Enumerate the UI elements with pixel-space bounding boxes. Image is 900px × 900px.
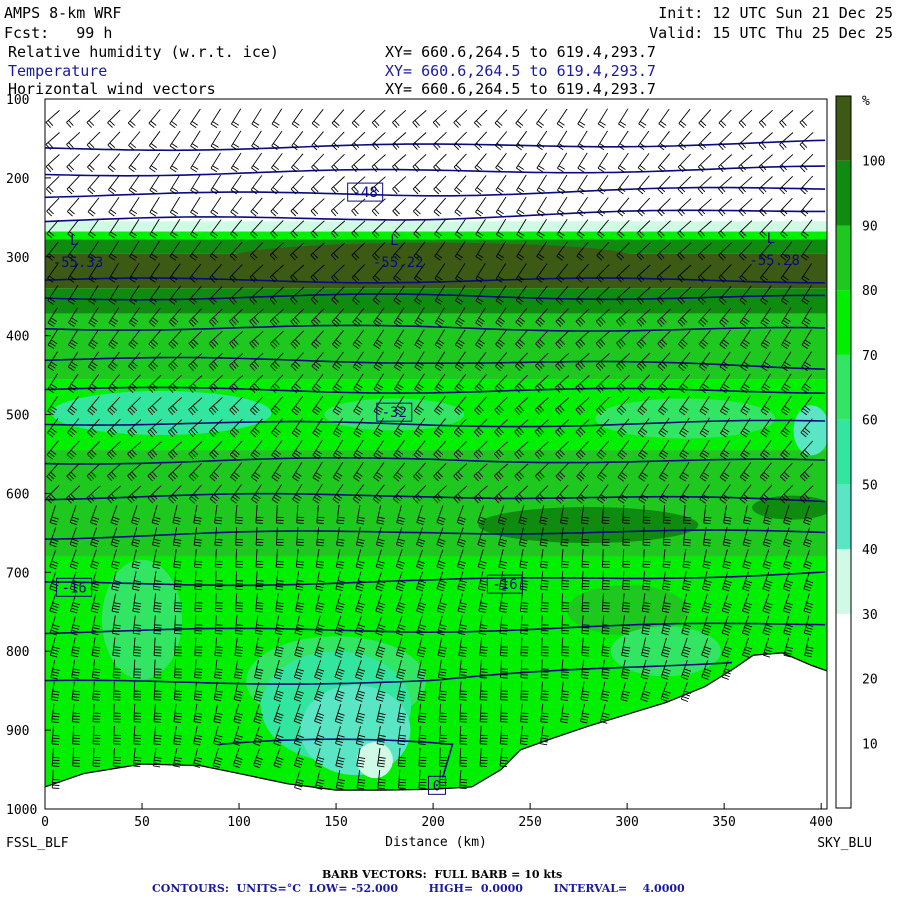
x-tick-label: 100	[227, 815, 250, 830]
colorbar-segment	[836, 354, 851, 420]
x-tick-label: 50	[134, 815, 150, 830]
colorbar-segment	[836, 225, 851, 291]
low-marker: L	[70, 233, 78, 249]
colorbar-tick-label: 60	[862, 414, 878, 429]
colorbar-tick-label: 90	[862, 219, 878, 234]
colorbar-tick-label: 100	[862, 155, 885, 170]
y-tick-label: 900	[6, 724, 29, 739]
y-tick-label: 400	[6, 330, 29, 345]
colorbar-segment	[836, 549, 851, 614]
low-marker: L	[767, 231, 775, 247]
rh-band	[45, 99, 827, 222]
colorbar-tick-label: 80	[862, 284, 878, 299]
barb-legend: BARB VECTORS: FULL BARB = 10 kts	[322, 868, 563, 881]
rh-patch	[356, 742, 393, 779]
x-axis-label: Distance (km)	[385, 835, 487, 850]
rh-band	[45, 450, 827, 557]
colorbar: 10 20 30 40 50 60 70 80 90 100%	[835, 94, 885, 809]
colorbar-segment	[836, 96, 851, 161]
low-value: -55.22	[373, 255, 424, 271]
x-tick-label: 250	[518, 815, 541, 830]
colorbar-tick-label: 40	[862, 543, 878, 558]
y-tick-label: 600	[6, 487, 29, 502]
contour-label: 0	[433, 778, 441, 794]
colorbar-unit: %	[862, 94, 870, 109]
contour-label: -16	[492, 577, 517, 593]
contour-label: -32	[382, 405, 407, 421]
colorbar-tick-label: 10	[862, 737, 878, 752]
colorbar-tick-label: 30	[862, 608, 878, 623]
y-tick-label: 1000	[6, 803, 37, 818]
contour-legend: CONTOURS: UNITS=°C LOW= -52.000 HIGH= 0.…	[152, 882, 685, 895]
x-tick-label: 400	[809, 815, 832, 830]
contour-label: -16	[61, 580, 86, 596]
rh-patch	[233, 242, 634, 271]
contour-label: -48	[353, 185, 378, 201]
humidity-field	[45, 99, 827, 809]
low-value: -55.28	[749, 253, 800, 269]
y-tick-label: 300	[6, 251, 29, 266]
colorbar-segment	[836, 613, 851, 679]
y-tick-label: 800	[6, 645, 29, 660]
y-tick-label: 200	[6, 172, 29, 187]
colorbar-segment	[836, 678, 851, 744]
rh-patch	[793, 405, 827, 456]
rh-patch	[478, 507, 699, 543]
x-tick-label: 0	[41, 815, 49, 830]
left-endpoint-label: FSSL_BLF	[6, 836, 69, 851]
x-tick-label: 150	[324, 815, 347, 830]
x-tick-label: 350	[712, 815, 735, 830]
colorbar-segment	[836, 484, 851, 550]
low-value: -55.33	[53, 255, 104, 271]
colorbar-segment	[836, 290, 851, 355]
x-tick-label: 300	[615, 815, 638, 830]
low-marker: L	[390, 233, 398, 249]
colorbar-tick-label: 20	[862, 673, 878, 688]
cross-section-chart: -48-32-16 -160L-55.33L-55.22L-55.28 10020…	[6, 93, 885, 851]
colorbar-tick-label: 50	[862, 478, 878, 493]
colorbar-segment	[836, 419, 851, 485]
y-tick-label: 500	[6, 409, 29, 424]
colorbar-segment	[836, 743, 851, 808]
right-endpoint-label: SKY_BLU	[817, 836, 872, 851]
x-tick-label: 200	[421, 815, 444, 830]
colorbar-segment	[836, 160, 851, 226]
y-tick-label: 100	[6, 93, 29, 108]
y-tick-label: 700	[6, 566, 29, 581]
colorbar-tick-label: 70	[862, 349, 878, 364]
